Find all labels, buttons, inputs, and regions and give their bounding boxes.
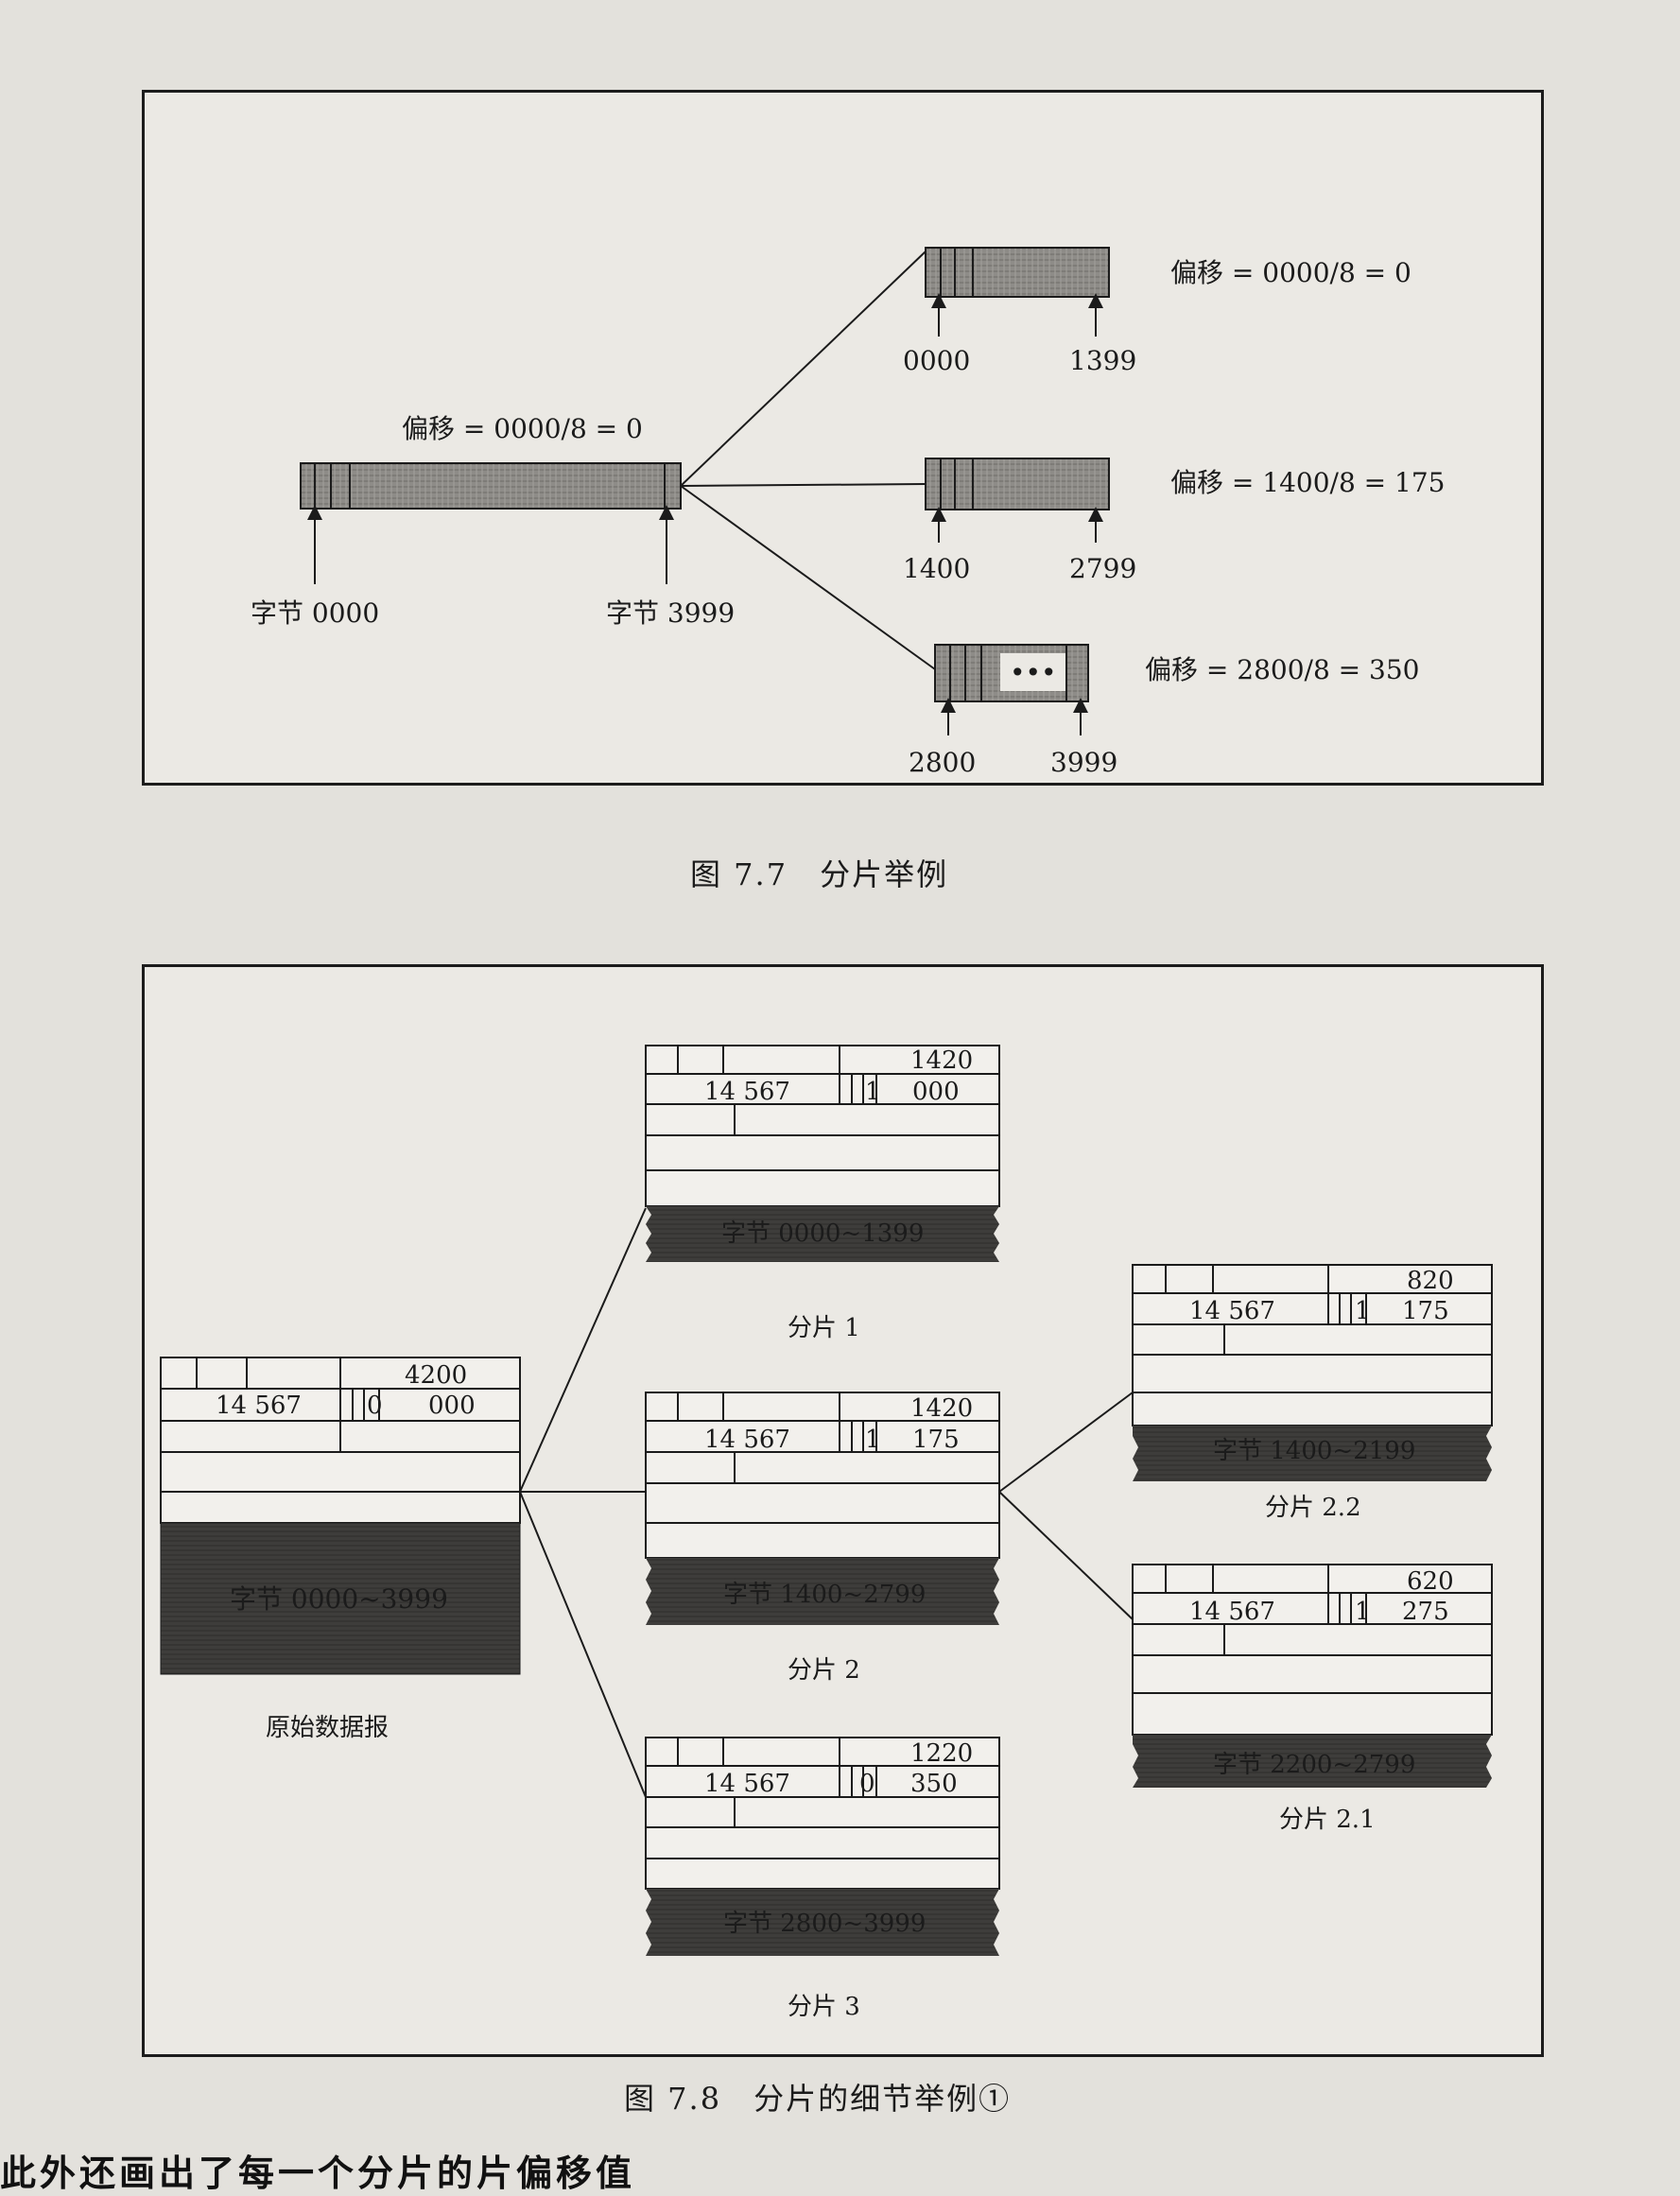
frag22-label: 分片 2.2	[1265, 1494, 1361, 1522]
fragment-3-offset-label: 偏移 = 2800/8 = 350	[1145, 654, 1419, 685]
fragment-2-start: 1400	[903, 553, 970, 584]
orig-offset: 000	[428, 1392, 476, 1420]
frag21-offset: 275	[1402, 1598, 1449, 1626]
fragment-1-end: 1399	[1069, 345, 1136, 376]
frag2-offset: 175	[912, 1426, 960, 1454]
book-page: 偏移 = 0000/8 = 0 字节 0000 字节 3999 偏移 = 000…	[0, 0, 1680, 2194]
frag3-data: 字节 2800~3999	[723, 1910, 926, 1938]
figure-7-7-diagram: 偏移 = 0000/8 = 0 字节 0000 字节 3999 偏移 = 000…	[251, 247, 1445, 778]
orig-data: 字节 0000~3999	[230, 1583, 448, 1615]
orig-id: 14 567	[216, 1392, 302, 1420]
fragment-1-bar	[925, 247, 1110, 298]
frag1-total-length: 1420	[910, 1046, 973, 1075]
original-datagram-bar	[300, 462, 682, 510]
frag22-mf: 1	[1355, 1297, 1371, 1325]
frag2-label: 分片 2	[788, 1656, 860, 1685]
frag2-total-length: 1420	[910, 1394, 973, 1423]
frag3-label: 分片 3	[788, 1993, 860, 2021]
frag2-mf: 1	[865, 1426, 881, 1454]
figure-7-8-caption: 图 7.8 分片的细节举例①	[624, 2081, 1012, 2117]
orig-total-length: 4200	[405, 1361, 467, 1390]
fragment-3-end: 3999	[1050, 747, 1117, 778]
frag3-mf: 0	[859, 1770, 875, 1798]
figure-7-8-frame: 4200 14 567 0 000 字节 0000~3999 原始数据报 142…	[142, 964, 1544, 2057]
frag21-mf: 1	[1355, 1598, 1371, 1626]
fragment-2-bar	[925, 458, 1110, 510]
frag22-data: 字节 1400~2199	[1213, 1437, 1415, 1465]
frag21-total-length: 620	[1407, 1567, 1454, 1596]
frag22-total-length: 820	[1407, 1267, 1454, 1295]
frag3-total-length: 1220	[910, 1739, 973, 1768]
fragment-1-offset-label: 偏移 = 0000/8 = 0	[1170, 257, 1412, 288]
frag2-id: 14 567	[704, 1426, 790, 1454]
figure-7-7-frame: 偏移 = 0000/8 = 0 字节 0000 字节 3999 偏移 = 000…	[142, 90, 1544, 786]
frag2-data: 字节 1400~2799	[723, 1581, 926, 1609]
orig-mf: 0	[367, 1392, 383, 1420]
fragment-2-end: 2799	[1069, 553, 1136, 584]
figure-7-8-diagram: 4200 14 567 0 000 字节 0000~3999 原始数据报 142…	[160, 1045, 1493, 2021]
orig-label: 原始数据报	[266, 1714, 389, 1742]
original-end-label: 字节 3999	[606, 597, 735, 629]
fragment-1-start: 0000	[903, 345, 970, 376]
fragment-3-start: 2800	[909, 747, 976, 778]
frag1-mf: 1	[865, 1078, 881, 1106]
frag21-data: 字节 2200~2799	[1213, 1751, 1415, 1779]
frag22-offset: 175	[1402, 1297, 1449, 1325]
original-offset-label: 偏移 = 0000/8 = 0	[402, 413, 643, 444]
original-start-label: 字节 0000	[251, 597, 379, 629]
frag1-offset: 000	[912, 1078, 960, 1106]
fragment-3-dots: •••	[1010, 657, 1057, 688]
fragment-2-offset-label: 偏移 = 1400/8 = 175	[1170, 467, 1445, 498]
figure-7-7-caption: 图 7.7 分片举例	[690, 856, 949, 892]
bottom-text-line: 此外还画出了每一个分片的片偏移值	[0, 2152, 636, 2194]
frag1-label: 分片 1	[788, 1314, 860, 1342]
frag21-label: 分片 2.1	[1279, 1806, 1376, 1834]
frag1-data: 字节 0000~1399	[721, 1219, 924, 1248]
frag3-offset: 350	[910, 1770, 958, 1798]
frag3-id: 14 567	[704, 1770, 790, 1798]
frag21-id: 14 567	[1189, 1598, 1275, 1626]
frag1-id: 14 567	[704, 1078, 790, 1106]
frag22-id: 14 567	[1189, 1297, 1275, 1325]
